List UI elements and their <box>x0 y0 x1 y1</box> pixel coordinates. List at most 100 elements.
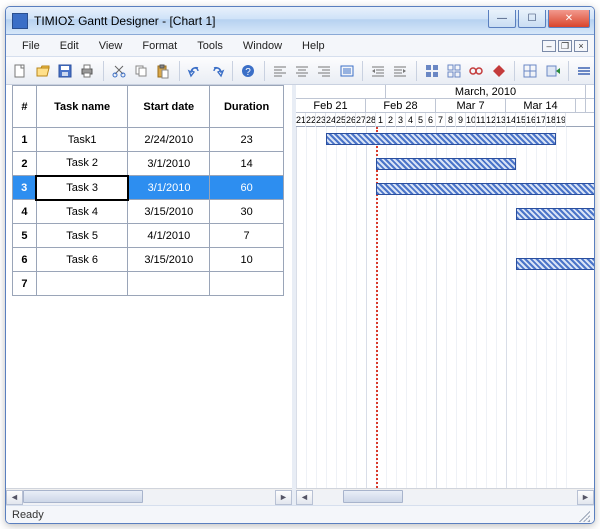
menu-format[interactable]: Format <box>134 38 185 54</box>
table-row[interactable]: 2Task 23/1/201014 <box>13 152 284 176</box>
month-label: March, 2010 <box>386 85 586 98</box>
row-number[interactable]: 1 <box>13 128 37 152</box>
save-button[interactable] <box>55 60 75 82</box>
gantt-row[interactable] <box>296 202 594 227</box>
copy-button[interactable] <box>131 60 151 82</box>
scroll-right-icon[interactable]: ► <box>577 490 594 505</box>
gantt-bar[interactable] <box>376 158 516 170</box>
cell-task-name[interactable]: Task 5 <box>36 224 128 248</box>
col-header-duration[interactable]: Duration <box>210 86 284 128</box>
grid1-button[interactable] <box>422 60 442 82</box>
diamond-button[interactable] <box>489 60 509 82</box>
resize-grip-icon[interactable] <box>576 508 590 522</box>
align-center-button[interactable] <box>292 60 312 82</box>
right-h-scrollbar[interactable]: ◄ ► <box>296 488 594 505</box>
cell-duration[interactable] <box>210 272 284 296</box>
scroll-left-icon[interactable]: ◄ <box>6 490 23 505</box>
table-row[interactable]: 7 <box>13 272 284 296</box>
cell-duration[interactable]: 10 <box>210 248 284 272</box>
maximize-button[interactable]: ☐ <box>518 10 546 28</box>
row-number[interactable]: 6 <box>13 248 37 272</box>
gantt-bar[interactable] <box>326 133 556 145</box>
gantt-row[interactable] <box>296 177 594 202</box>
col-header-num[interactable]: # <box>13 86 37 128</box>
open-button[interactable] <box>32 60 52 82</box>
gantt-row[interactable] <box>296 252 594 277</box>
row-number[interactable]: 5 <box>13 224 37 248</box>
indent-left-button[interactable] <box>368 60 388 82</box>
cell-start-date[interactable]: 2/24/2010 <box>128 128 210 152</box>
menu-help[interactable]: Help <box>294 38 333 54</box>
mdi-restore-icon[interactable]: ❐ <box>558 40 572 52</box>
table-row[interactable]: 5Task 54/1/20107 <box>13 224 284 248</box>
align-left-button[interactable] <box>269 60 289 82</box>
redo-button[interactable] <box>207 60 227 82</box>
mdi-close-icon[interactable]: × <box>574 40 588 52</box>
cell-duration[interactable]: 23 <box>210 128 284 152</box>
help-button[interactable]: ? <box>238 60 258 82</box>
left-h-scrollbar[interactable]: ◄ ► <box>6 488 292 505</box>
gantt-bar[interactable] <box>516 258 594 270</box>
row-number[interactable]: 4 <box>13 200 37 224</box>
row-number[interactable]: 2 <box>13 152 37 176</box>
grid3-button[interactable] <box>520 60 540 82</box>
table-row[interactable]: 6Task 63/15/201010 <box>13 248 284 272</box>
gantt-chart[interactable] <box>296 127 594 488</box>
new-button[interactable] <box>10 60 30 82</box>
cell-start-date[interactable]: 3/15/2010 <box>128 200 210 224</box>
cell-start-date[interactable]: 3/15/2010 <box>128 248 210 272</box>
undo-button[interactable] <box>184 60 204 82</box>
minimize-button[interactable]: — <box>488 10 516 28</box>
link-button[interactable] <box>466 60 486 82</box>
gantt-row[interactable] <box>296 152 594 177</box>
row-number[interactable]: 3 <box>13 176 37 200</box>
scroll-thumb[interactable] <box>343 490 403 503</box>
cell-duration[interactable]: 7 <box>210 224 284 248</box>
menu-tools[interactable]: Tools <box>189 38 231 54</box>
mdi-minimize-icon[interactable]: – <box>542 40 556 52</box>
col-header-name[interactable]: Task name <box>36 86 128 128</box>
cell-task-name[interactable]: Task 4 <box>36 200 128 224</box>
table-row[interactable]: 3Task 33/1/201060 <box>13 176 284 200</box>
paste-button[interactable] <box>153 60 173 82</box>
cell-duration[interactable]: 30 <box>210 200 284 224</box>
row-number[interactable]: 7 <box>13 272 37 296</box>
cell-duration[interactable]: 60 <box>210 176 284 200</box>
menu-view[interactable]: View <box>91 38 131 54</box>
scroll-left-icon[interactable]: ◄ <box>296 490 313 505</box>
cell-start-date[interactable]: 3/1/2010 <box>128 152 210 176</box>
gantt-bar[interactable] <box>516 208 594 220</box>
menu-window[interactable]: Window <box>235 38 290 54</box>
cell-duration[interactable]: 14 <box>210 152 284 176</box>
scroll-thumb[interactable] <box>23 490 143 503</box>
col-header-start[interactable]: Start date <box>128 86 210 128</box>
cell-start-date[interactable]: 4/1/2010 <box>128 224 210 248</box>
cell-start-date[interactable]: 3/1/2010 <box>128 176 210 200</box>
gantt-row[interactable] <box>296 277 594 302</box>
gantt-bar[interactable] <box>376 183 594 195</box>
indent-right-button[interactable] <box>390 60 410 82</box>
table-row[interactable]: 1Task12/24/201023 <box>13 128 284 152</box>
print-button[interactable] <box>77 60 97 82</box>
close-button[interactable]: ✕ <box>548 10 590 28</box>
grid2-button[interactable] <box>444 60 464 82</box>
cell-task-name[interactable]: Task 6 <box>36 248 128 272</box>
cut-button[interactable] <box>108 60 128 82</box>
gantt-row[interactable] <box>296 227 594 252</box>
gantt-row[interactable] <box>296 127 594 152</box>
task-table[interactable]: # Task name Start date Duration 1Task12/… <box>12 85 284 296</box>
cell-task-name[interactable]: Task 3 <box>36 176 128 200</box>
cell-task-name[interactable]: Task1 <box>36 128 128 152</box>
menu-file[interactable]: File <box>14 38 48 54</box>
cell-task-name[interactable]: Task 2 <box>36 152 128 176</box>
menu-edit[interactable]: Edit <box>52 38 87 54</box>
align-right-button[interactable] <box>314 60 334 82</box>
bars-button[interactable] <box>574 60 594 82</box>
goto-button[interactable] <box>542 60 562 82</box>
cell-start-date[interactable] <box>128 272 210 296</box>
table-row[interactable]: 4Task 43/15/201030 <box>13 200 284 224</box>
scroll-right-icon[interactable]: ► <box>275 490 292 505</box>
title-bar[interactable]: TIMIOΣ Gantt Designer - [Chart 1] — ☐ ✕ <box>6 7 594 35</box>
cell-task-name[interactable] <box>36 272 128 296</box>
justify-button[interactable] <box>337 60 357 82</box>
